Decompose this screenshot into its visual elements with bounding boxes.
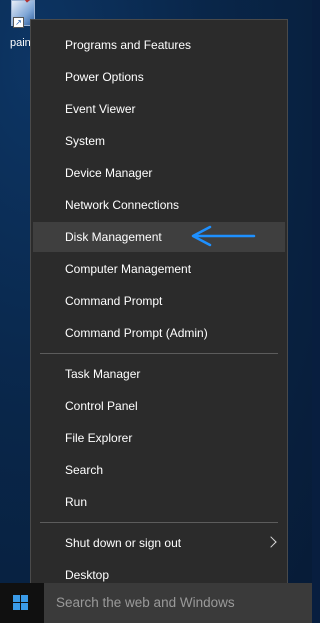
menu-item-label: Event Viewer bbox=[65, 102, 136, 116]
menu-item-label: Power Options bbox=[65, 70, 144, 84]
menu-item-event-viewer[interactable]: Event Viewer bbox=[33, 94, 285, 124]
menu-item-label: Command Prompt bbox=[65, 294, 163, 308]
start-button[interactable] bbox=[0, 583, 44, 623]
menu-item-network-connections[interactable]: Network Connections bbox=[33, 190, 285, 220]
menu-item-control-panel[interactable]: Control Panel bbox=[33, 391, 285, 421]
menu-item-shut-down-or-sign-out[interactable]: Shut down or sign out bbox=[33, 528, 285, 558]
chevron-right-icon bbox=[265, 536, 277, 548]
menu-separator bbox=[40, 522, 278, 523]
menu-item-power-options[interactable]: Power Options bbox=[33, 62, 285, 92]
menu-item-system[interactable]: System bbox=[33, 126, 285, 156]
menu-item-computer-management[interactable]: Computer Management bbox=[33, 254, 285, 284]
menu-item-label: Disk Management bbox=[65, 230, 162, 244]
menu-item-run[interactable]: Run bbox=[33, 487, 285, 517]
menu-item-command-prompt[interactable]: Command Prompt bbox=[33, 286, 285, 316]
menu-item-programs-and-features[interactable]: Programs and Features bbox=[33, 30, 285, 60]
menu-item-label: Search bbox=[65, 463, 104, 477]
menu-item-label: File Explorer bbox=[65, 431, 133, 445]
menu-item-label: Computer Management bbox=[65, 262, 192, 276]
menu-item-label: System bbox=[65, 134, 106, 148]
menu-item-task-manager[interactable]: Task Manager bbox=[33, 359, 285, 389]
menu-item-label: Shut down or sign out bbox=[65, 536, 182, 550]
menu-separator bbox=[40, 353, 278, 354]
menu-item-command-prompt-admin[interactable]: Command Prompt (Admin) bbox=[33, 318, 285, 348]
annotation-arrow-icon bbox=[191, 225, 256, 247]
search-placeholder: Search the web and Windows bbox=[56, 595, 235, 610]
menu-item-label: Device Manager bbox=[65, 166, 153, 180]
menu-item-label: Run bbox=[65, 495, 88, 509]
winx-context-menu: Programs and Features Power Options Even… bbox=[30, 19, 288, 596]
menu-item-label: Programs and Features bbox=[65, 38, 192, 52]
menu-item-label: Control Panel bbox=[65, 399, 138, 413]
menu-item-label: Network Connections bbox=[65, 198, 180, 212]
taskbar: Search the web and Windows bbox=[0, 583, 312, 623]
menu-item-device-manager[interactable]: Device Manager bbox=[33, 158, 285, 188]
menu-item-label: Command Prompt (Admin) bbox=[65, 326, 208, 340]
menu-item-search[interactable]: Search bbox=[33, 455, 285, 485]
taskbar-search-input[interactable]: Search the web and Windows bbox=[44, 583, 312, 623]
shortcut-arrow-icon: ↗ bbox=[13, 17, 24, 28]
menu-item-file-explorer[interactable]: File Explorer bbox=[33, 423, 285, 453]
windows-logo-icon bbox=[13, 595, 30, 611]
menu-item-label: Task Manager bbox=[65, 367, 141, 381]
